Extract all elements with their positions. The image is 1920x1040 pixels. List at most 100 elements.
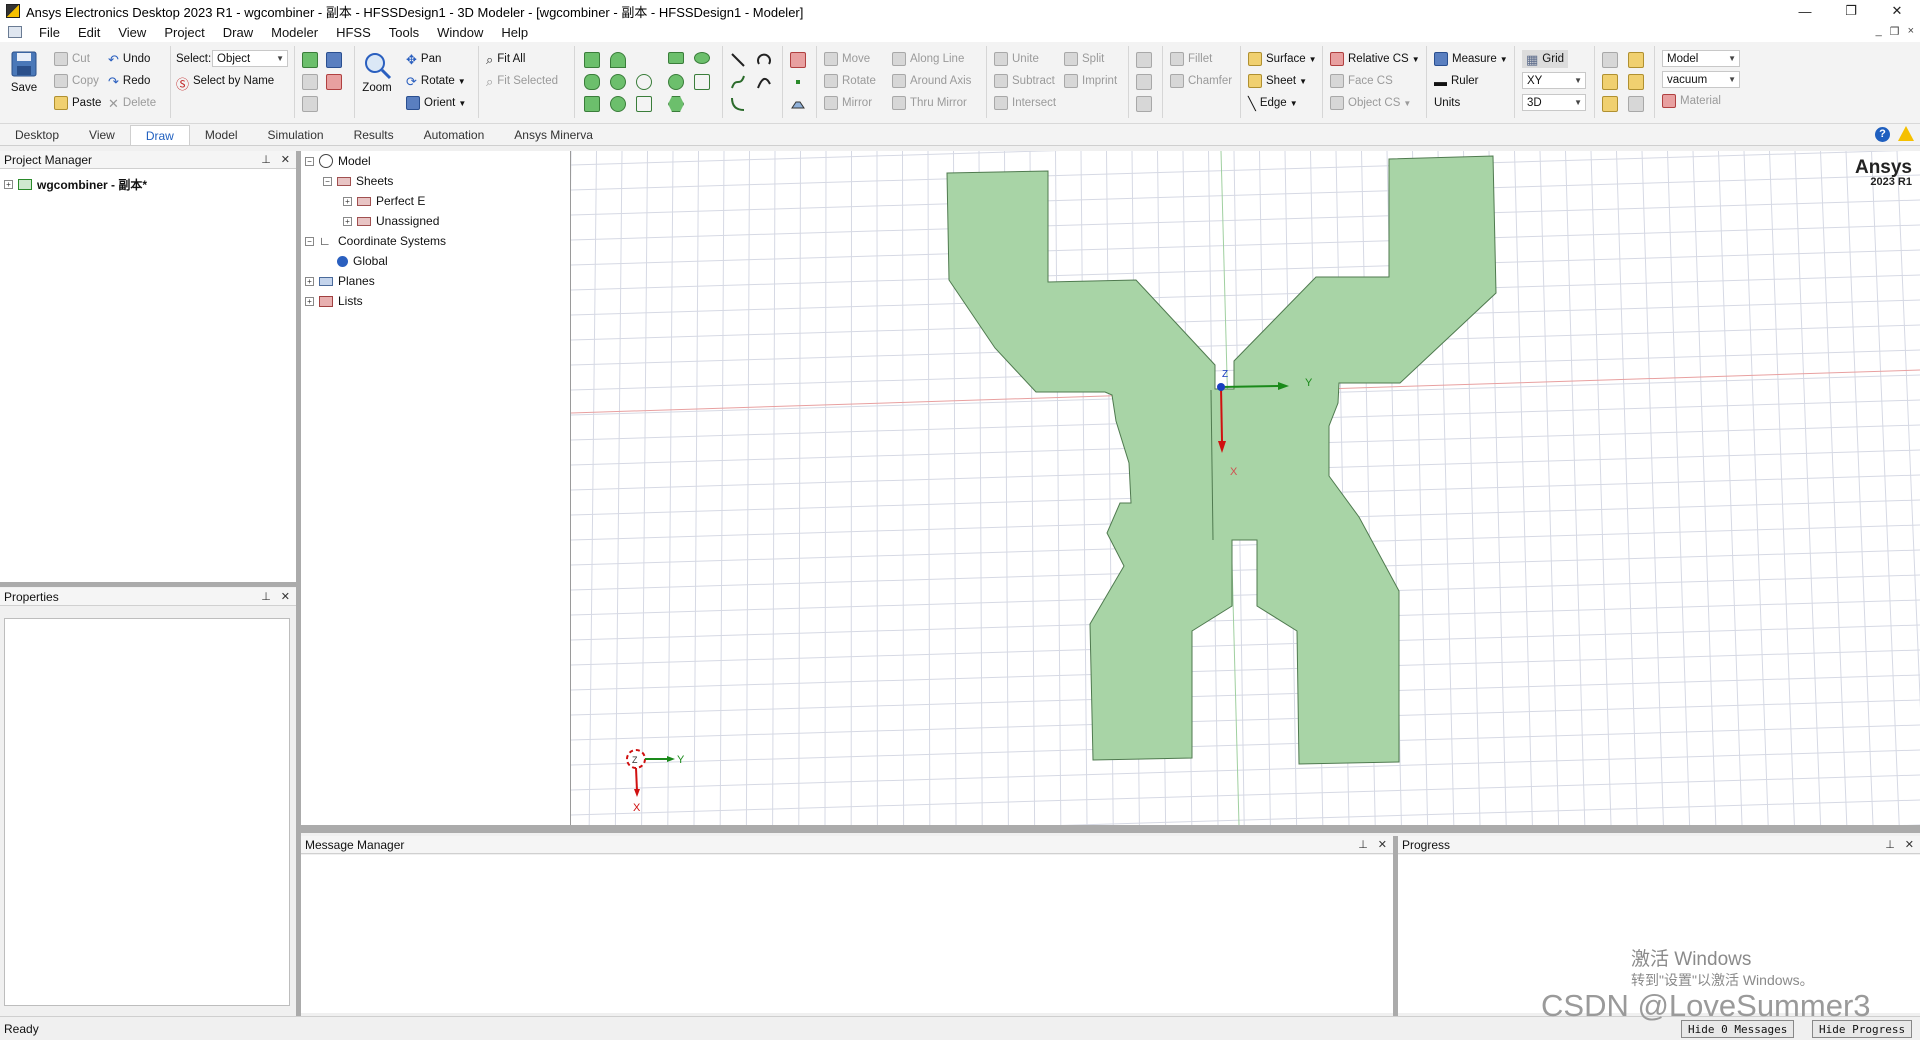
tab-draw[interactable]: Draw <box>129 125 190 145</box>
duplicate-thru-mirror-button[interactable]: Thru Mirror <box>892 94 967 112</box>
tree-item-perfect-e[interactable]: + Perfect E <box>343 192 425 210</box>
menu-project[interactable]: Project <box>155 25 213 40</box>
edge-button[interactable]: ╲ Edge ▼ <box>1248 94 1298 112</box>
warning-icon[interactable] <box>1898 126 1914 141</box>
tree-item-lists[interactable]: + Lists <box>305 292 363 310</box>
relative-cs-button[interactable]: Relative CS ▼ <box>1330 50 1420 68</box>
snap-edge-center-icon[interactable] <box>1602 74 1618 90</box>
select-by-name-button[interactable]: Ⓢ Select by Name <box>176 72 274 92</box>
menu-view[interactable]: View <box>109 25 155 40</box>
sheet-button[interactable]: Sheet ▼ <box>1248 72 1307 90</box>
face-cs-button[interactable]: Face CS <box>1330 72 1393 90</box>
copy-button[interactable]: Copy <box>54 72 99 90</box>
sphere-icon[interactable] <box>610 74 626 90</box>
units-button[interactable]: Units <box>1434 94 1460 112</box>
grid-mode-dropdown[interactable]: 3D ▼ <box>1522 94 1586 111</box>
mdi-minimize-button[interactable]: _ <box>1876 25 1882 38</box>
measure-button[interactable]: Measure ▼ <box>1434 50 1508 68</box>
horizontal-splitter[interactable] <box>0 582 296 587</box>
redo-button[interactable]: ↷ Redo <box>108 72 150 90</box>
fillet-button[interactable]: Fillet <box>1170 50 1212 68</box>
arc-icon[interactable] <box>756 52 772 68</box>
close-icon[interactable]: ✕ <box>281 590 290 603</box>
orient-button[interactable]: Orient ▼ <box>406 94 466 112</box>
ellipse-icon[interactable] <box>694 52 710 64</box>
menu-hfss[interactable]: HFSS <box>327 25 380 40</box>
snap-arc-center-icon[interactable] <box>1628 96 1644 112</box>
expand-icon[interactable]: + <box>305 296 314 306</box>
bottom-splitter[interactable] <box>301 825 1920 833</box>
torus-icon[interactable] <box>610 96 626 112</box>
mirror-button[interactable]: Mirror <box>824 94 872 112</box>
tab-view[interactable]: View <box>74 125 130 145</box>
cone-icon[interactable] <box>610 52 626 68</box>
equation-curve-icon[interactable] <box>756 74 772 90</box>
select-mode-dropdown[interactable]: Object ▼ <box>212 50 288 67</box>
help-icon[interactable]: ? <box>1875 127 1890 142</box>
unite-button[interactable]: Unite <box>994 50 1039 68</box>
delete-button[interactable]: ✕ Delete <box>108 94 156 112</box>
model-dropdown[interactable]: Model ▼ <box>1662 50 1740 67</box>
fit-all-button[interactable]: ⌕ Fit All <box>486 50 525 68</box>
collapse-icon[interactable]: − <box>305 156 314 166</box>
material-dropdown[interactable]: vacuum ▼ <box>1662 71 1740 88</box>
duplicate-along-line-button[interactable]: Along Line <box>892 50 964 68</box>
3d-modeler-viewport[interactable]: Y X Z Y X Z Ansys 2023 R1 <box>571 151 1920 825</box>
select-edges-icon[interactable] <box>302 74 318 90</box>
line-icon[interactable] <box>730 52 746 68</box>
tab-model[interactable]: Model <box>190 125 253 145</box>
snap-quadrant-icon[interactable] <box>1602 96 1618 112</box>
pin-icon[interactable]: ⊥ <box>261 153 271 166</box>
snap-face-center-icon[interactable] <box>1628 74 1644 90</box>
rectangle-icon[interactable] <box>668 52 684 64</box>
material-button[interactable]: Material <box>1662 92 1721 110</box>
undo-button[interactable]: ↶ Undo <box>108 50 150 68</box>
close-button[interactable]: ✕ <box>1874 0 1920 22</box>
tab-simulation[interactable]: Simulation <box>253 125 339 145</box>
subtract-button[interactable]: Subtract <box>994 72 1055 90</box>
expand-icon[interactable]: + <box>343 216 352 226</box>
expand-icon[interactable]: + <box>4 179 13 189</box>
menu-edit[interactable]: Edit <box>69 25 109 40</box>
intersect-button[interactable]: Intersect <box>994 94 1056 112</box>
menu-modeler[interactable]: Modeler <box>262 25 327 40</box>
save-button[interactable]: Save <box>10 50 38 94</box>
ruler-button[interactable]: ▬ Ruler <box>1434 72 1478 90</box>
sweep-icon[interactable] <box>1136 52 1152 68</box>
mdi-restore-button[interactable]: ❐ <box>1890 25 1900 38</box>
document-icon[interactable] <box>8 26 22 38</box>
rotate-object-button[interactable]: Rotate <box>824 72 876 90</box>
close-icon[interactable]: ✕ <box>281 153 290 166</box>
grid-toggle-button[interactable]: ▦ Grid <box>1522 50 1569 68</box>
close-icon[interactable]: ✕ <box>1378 838 1387 851</box>
bondwire-icon[interactable] <box>636 96 652 112</box>
move-button[interactable]: Move <box>824 50 870 68</box>
mdi-close-button[interactable]: × <box>1908 25 1914 38</box>
expand-icon[interactable]: + <box>343 196 352 206</box>
split-button[interactable]: Split <box>1064 50 1104 68</box>
menu-window[interactable]: Window <box>428 25 492 40</box>
imprint-button[interactable]: Imprint <box>1064 72 1117 90</box>
tree-item-sheets[interactable]: − Sheets <box>323 172 393 190</box>
duplicate-around-axis-button[interactable]: Around Axis <box>892 72 971 90</box>
collapse-icon[interactable]: − <box>305 236 314 246</box>
minimize-button[interactable]: — <box>1782 0 1828 22</box>
tree-item-coordinate-systems[interactable]: − ∟ Coordinate Systems <box>305 232 446 250</box>
thicken-icon[interactable] <box>1136 74 1152 90</box>
select-all-icon[interactable] <box>302 96 318 112</box>
menu-help[interactable]: Help <box>492 25 537 40</box>
helix-icon[interactable] <box>636 74 652 90</box>
pin-icon[interactable]: ⊥ <box>261 590 271 603</box>
restore-button[interactable]: ❐ <box>1828 0 1874 22</box>
draw-region-icon[interactable] <box>790 52 806 68</box>
snap-grid-icon[interactable] <box>1602 52 1618 68</box>
pin-icon[interactable]: ⊥ <box>1358 838 1368 851</box>
tab-ansys-minerva[interactable]: Ansys Minerva <box>499 125 608 145</box>
connect-icon[interactable] <box>1136 96 1152 112</box>
cut-button[interactable]: Cut <box>54 50 90 68</box>
zoom-button[interactable]: Zoom <box>362 50 392 94</box>
pin-icon[interactable]: ⊥ <box>1885 838 1895 851</box>
select-vertices-icon[interactable] <box>326 74 342 90</box>
project-tree-item[interactable]: + wgcombiner - 副本* <box>4 175 147 193</box>
modeler-canvas[interactable]: Y X Z Y X Z <box>571 151 1920 825</box>
